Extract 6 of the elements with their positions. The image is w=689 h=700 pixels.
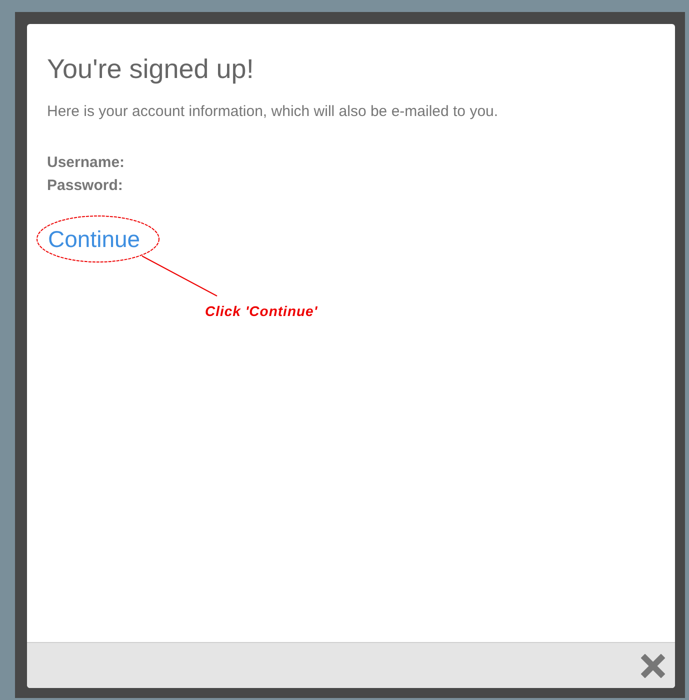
continue-link[interactable]: Continue bbox=[48, 226, 140, 253]
annotation-note: Click 'Continue' bbox=[205, 303, 318, 319]
info-message: Here is your account information, which will also be e-mailed to you. bbox=[47, 103, 500, 120]
field-label: Username: bbox=[47, 154, 125, 171]
field-label: Password: bbox=[47, 177, 123, 194]
dialog-title: You're signed up! bbox=[47, 54, 255, 85]
